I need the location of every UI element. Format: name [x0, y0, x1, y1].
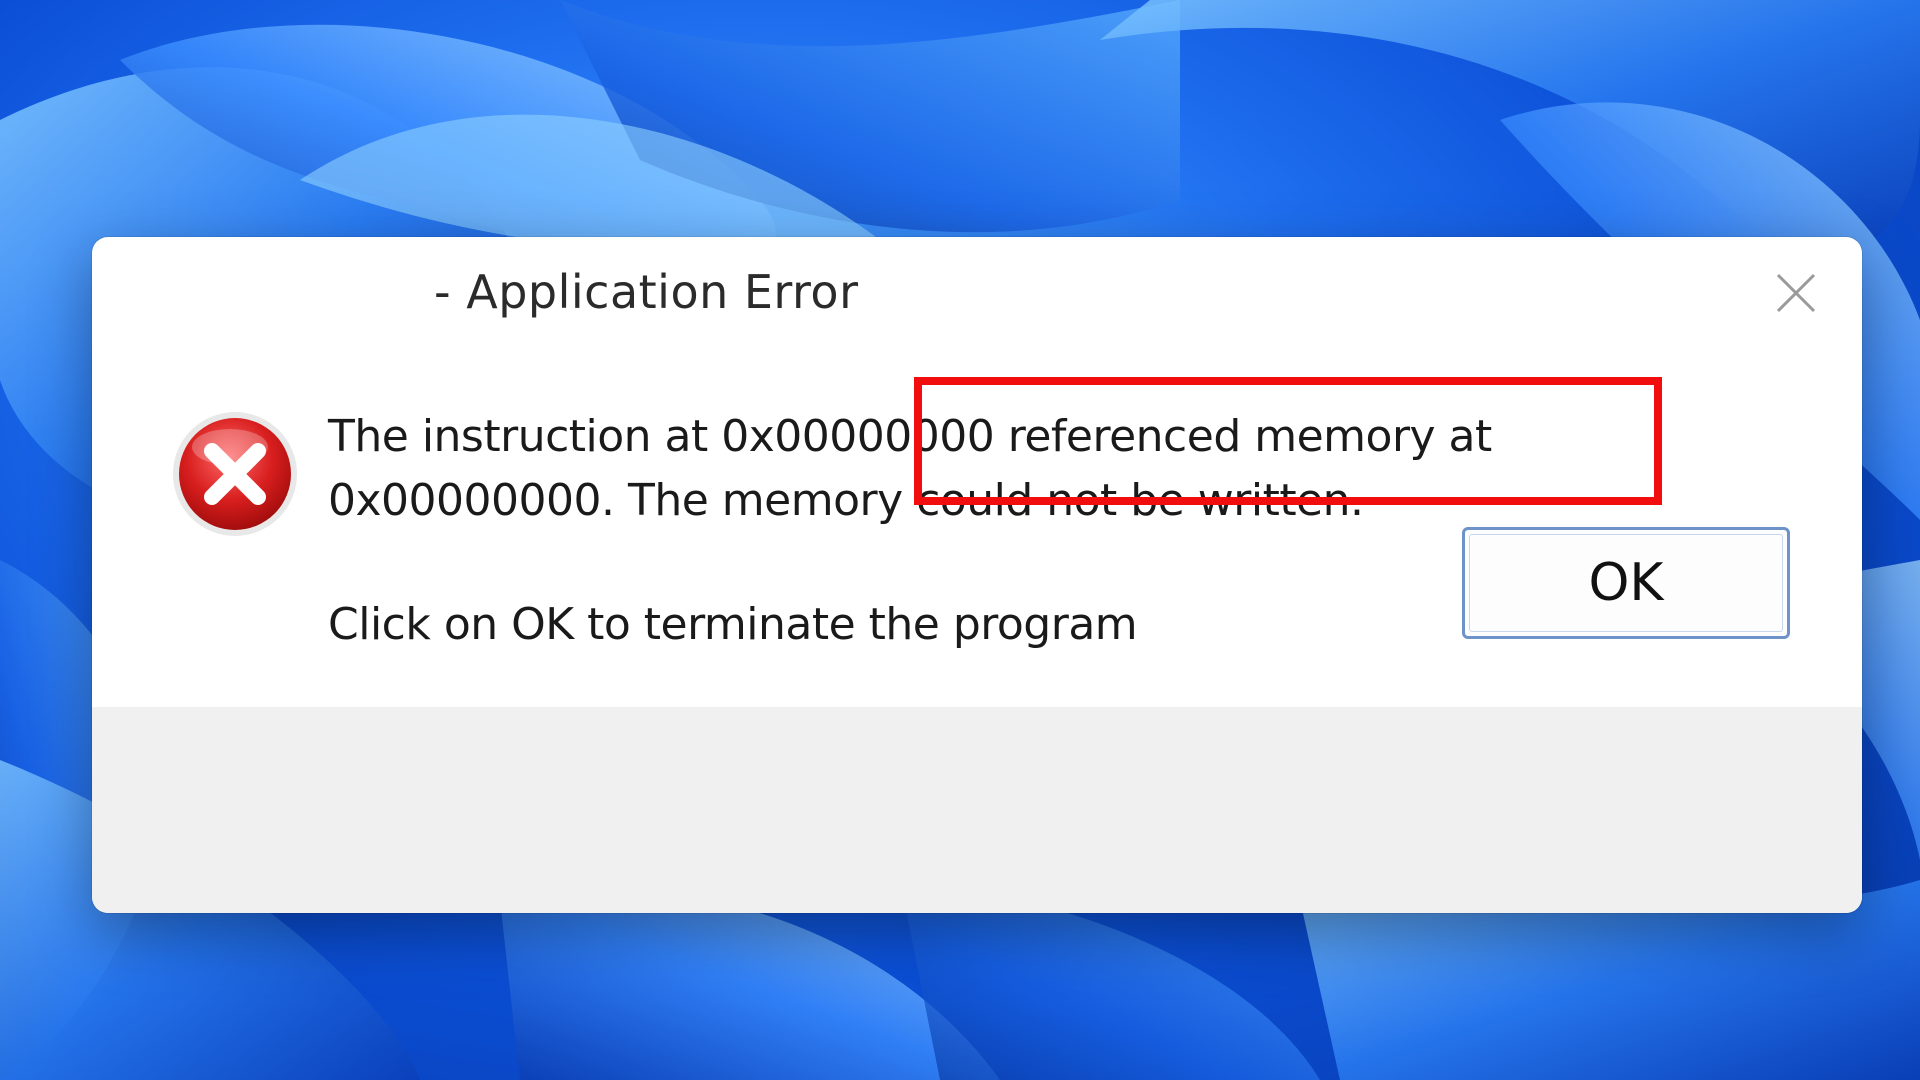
red-highlight-annotation: [914, 377, 1662, 505]
close-button[interactable]: [1770, 267, 1822, 319]
dialog-title: - Application Error: [434, 265, 859, 319]
error-icon: [173, 412, 297, 536]
application-error-dialog: - Application Error The instruction at 0…: [92, 237, 1862, 913]
close-icon: [1776, 273, 1816, 313]
ok-button[interactable]: OK: [1462, 527, 1790, 639]
desktop-background: - Application Error The instruction at 0…: [0, 0, 1920, 1080]
dialog-footer: [92, 707, 1862, 913]
